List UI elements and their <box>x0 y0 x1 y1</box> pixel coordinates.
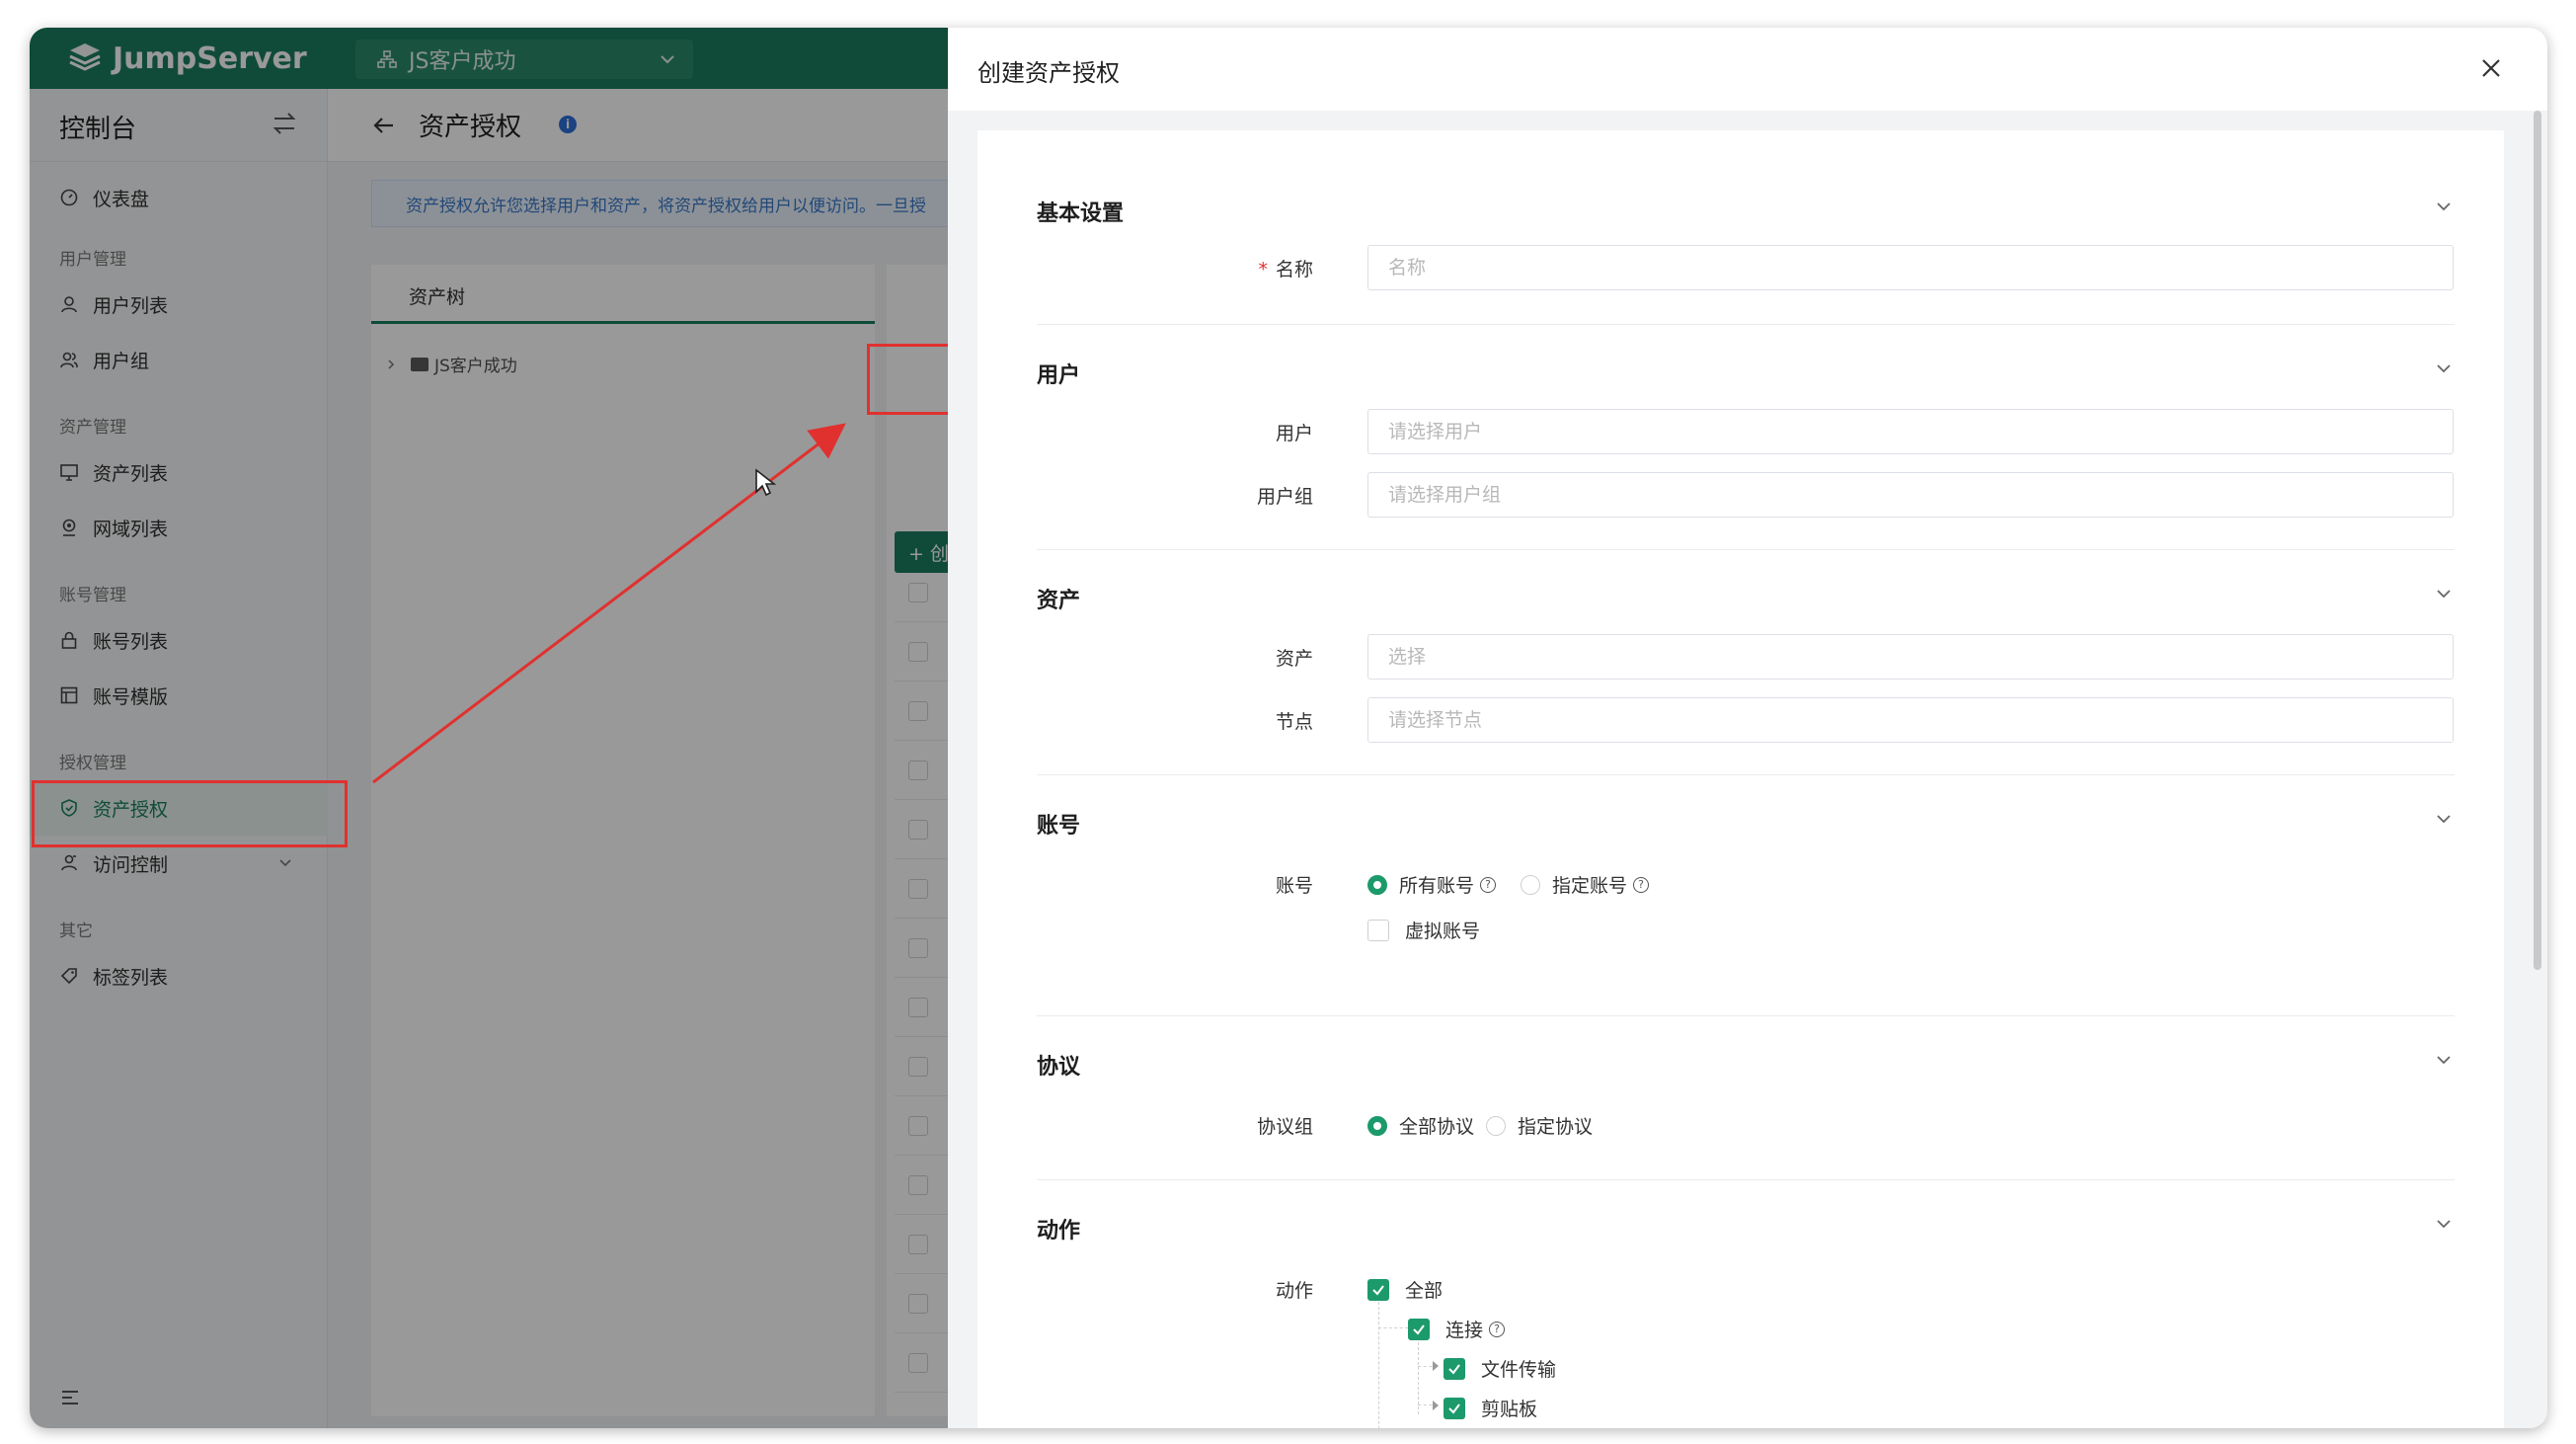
checkbox-action-all[interactable]: 全部 <box>1367 1276 1443 1303</box>
field-label-name: * 名称 <box>977 255 1313 281</box>
label-text: 名称 <box>1275 259 1313 281</box>
section-title-basic: 基本设置 <box>1037 201 1125 226</box>
section-title-users: 用户 <box>1037 363 1081 388</box>
checkbox-box <box>1444 1357 1465 1380</box>
field-label-asset: 资产 <box>1275 648 1313 670</box>
chevron-down-icon[interactable] <box>2433 358 2455 379</box>
section-title-accounts: 账号 <box>1037 814 1081 839</box>
user-select[interactable]: 请选择用户 <box>1367 409 2454 454</box>
close-icon[interactable] <box>2478 55 2504 81</box>
radio-all-protocols[interactable]: 全部协议 <box>1367 1112 1474 1139</box>
radio-all-accounts[interactable]: 所有账号 ? <box>1367 871 1497 898</box>
mouse-cursor-icon <box>755 468 776 497</box>
checkbox-action-file-transfer[interactable]: 文件传输 <box>1444 1355 1556 1382</box>
radio-label: 全部协议 <box>1399 1116 1475 1138</box>
required-mark: * <box>1258 259 1268 281</box>
field-label-protocol-group: 协议组 <box>1256 1116 1313 1138</box>
section-divider <box>1037 549 2455 550</box>
radio-label: 指定协议 <box>1518 1116 1594 1138</box>
checkbox-virtual-accounts[interactable]: 虚拟账号 <box>1367 917 1480 943</box>
section-divider <box>1037 774 2455 775</box>
radio-dot <box>1521 874 1540 895</box>
field-label-user: 用户 <box>1275 423 1313 444</box>
user-group-select[interactable]: 请选择用户组 <box>1367 472 2454 518</box>
checkbox-label: 文件传输 <box>1481 1359 1557 1381</box>
drawer-form: 基本设置 * 名称 名称 用户 用户 请选择用户 用户组 请选择用户组 资产 资产… <box>977 130 2504 1428</box>
chevron-down-icon[interactable] <box>2433 1213 2455 1235</box>
section-divider <box>1037 1179 2455 1180</box>
radio-dot <box>1486 1115 1506 1136</box>
radio-label: 所有账号 <box>1399 875 1475 897</box>
highlight-box-sidebar <box>32 780 348 847</box>
section-title-protocols: 协议 <box>1037 1055 1081 1080</box>
checkbox-label: 剪贴板 <box>1481 1399 1538 1420</box>
checkbox-label: 全部 <box>1405 1280 1444 1302</box>
field-label-user-group: 用户组 <box>1256 486 1313 508</box>
name-input[interactable]: 名称 <box>1367 245 2454 290</box>
chevron-down-icon[interactable] <box>2433 583 2455 604</box>
asset-select[interactable]: 选择 <box>1367 634 2454 680</box>
tree-guide <box>1418 1337 1419 1414</box>
checkbox-label: 连接 <box>1445 1320 1484 1341</box>
radio-dot <box>1367 874 1387 895</box>
chevron-down-icon[interactable] <box>2433 196 2455 217</box>
field-label-actions: 动作 <box>1275 1280 1313 1302</box>
chevron-down-icon[interactable] <box>2433 1049 2455 1071</box>
help-icon[interactable]: ? <box>1633 876 1650 893</box>
caret-right-icon[interactable] <box>1431 1360 1441 1372</box>
section-divider <box>1037 1015 2455 1016</box>
field-label-node: 节点 <box>1275 711 1313 733</box>
help-icon[interactable]: ? <box>1480 876 1497 893</box>
help-icon[interactable]: ? <box>1489 1321 1506 1337</box>
modal-overlay[interactable] <box>30 28 948 1428</box>
create-drawer: 创建资产授权 基本设置 * 名称 名称 用户 用户 请选择用户 用户组 请选择用户… <box>948 28 2547 1428</box>
drawer-header: 创建资产授权 <box>948 28 2547 111</box>
checkbox-action-connect[interactable]: 连接 ? <box>1408 1316 1506 1342</box>
drawer-title: 创建资产授权 <box>977 59 1120 87</box>
radio-specified-accounts[interactable]: 指定账号 ? <box>1521 871 1650 898</box>
app-window: JumpServer JS客户成功 控制台 仪表盘 用户管理 用户列表 用户组 … <box>30 28 2547 1428</box>
checkbox-box <box>1444 1397 1465 1419</box>
radio-specified-protocols[interactable]: 指定协议 <box>1486 1112 1593 1139</box>
checkbox-box <box>1367 919 1389 941</box>
chevron-down-icon[interactable] <box>2433 808 2455 830</box>
drawer-scrollbar[interactable] <box>2534 111 2541 970</box>
section-title-assets: 资产 <box>1037 589 1081 613</box>
section-title-actions: 动作 <box>1037 1219 1081 1243</box>
field-label-account: 账号 <box>1275 875 1313 897</box>
checkbox-box <box>1367 1278 1389 1301</box>
section-divider <box>1037 324 2455 325</box>
checkbox-action-clipboard[interactable]: 剪贴板 <box>1444 1395 1537 1421</box>
radio-dot <box>1367 1115 1387 1136</box>
radio-label: 指定账号 <box>1552 875 1628 897</box>
checkbox-label: 虚拟账号 <box>1405 921 1481 942</box>
checkbox-box <box>1408 1318 1430 1340</box>
tree-guide <box>1378 1292 1379 1428</box>
tree-guide <box>1378 1327 1408 1328</box>
caret-right-icon[interactable] <box>1431 1400 1441 1411</box>
node-select[interactable]: 请选择节点 <box>1367 697 2454 743</box>
